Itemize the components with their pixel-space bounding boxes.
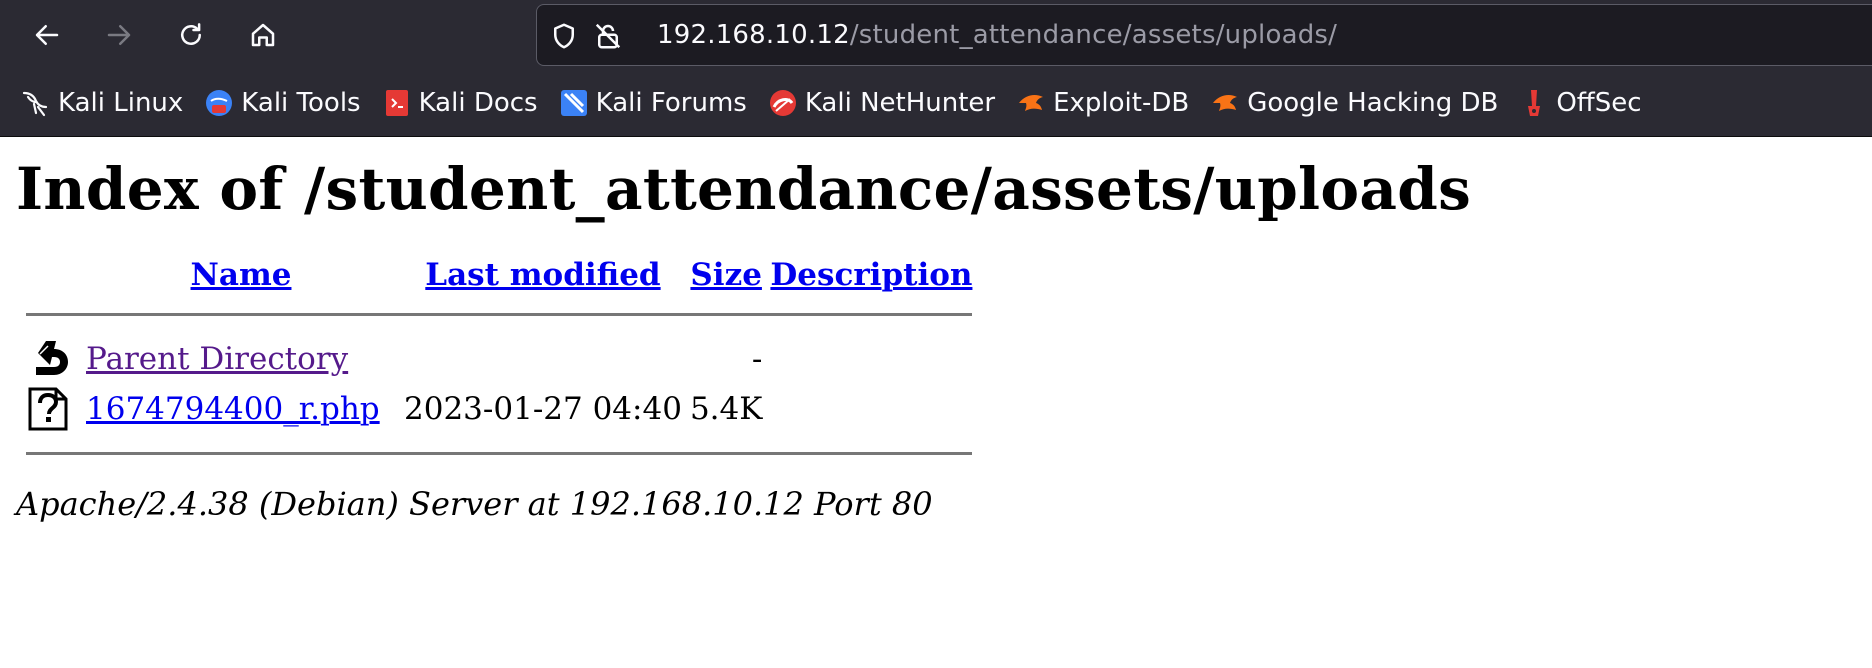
shield-icon[interactable] (549, 21, 579, 51)
bookmark-label: Kali Forums (595, 88, 747, 118)
url-bar[interactable]: 192.168.10.12/student_attendance/assets/… (536, 4, 1872, 66)
home-icon (251, 23, 275, 47)
bookmark-offsec[interactable]: OffSec (1518, 87, 1642, 119)
bookmark-label: Google Hacking DB (1247, 88, 1499, 118)
url-text[interactable]: 192.168.10.12/student_attendance/assets/… (657, 20, 1337, 50)
separator-line (26, 452, 973, 455)
back-folder-icon (36, 341, 68, 375)
bookmark-label: Kali Linux (58, 88, 184, 118)
row-size-cell: - (751, 341, 763, 377)
back-button[interactable] (26, 14, 68, 56)
separator-cell (22, 295, 976, 334)
separator-row (22, 295, 976, 334)
kali-nethunter-icon (769, 90, 796, 116)
table-header-row: Name Last modified Size Description (22, 255, 976, 295)
page-content: Index of /student_attendance/assets/uplo… (0, 155, 1872, 523)
bookmark-label: OffSec (1556, 88, 1642, 118)
bookmark-kali-linux[interactable]: Kali Linux (20, 87, 183, 119)
row-icon-cell (22, 334, 82, 384)
description-column-header: Description (766, 255, 976, 295)
bookmarks-toolbar: Kali Linux Kali Tools Kali Docs Kali For… (0, 70, 1872, 137)
insecure-lock-icon[interactable] (593, 21, 623, 51)
separator-cell (22, 434, 976, 473)
back-arrow-icon (35, 25, 59, 45)
url-host: 192.168.10.12 (657, 20, 850, 50)
bookmark-kali-forums[interactable]: Kali Forums (558, 87, 747, 119)
forward-button[interactable] (98, 14, 140, 56)
row-name-cell: Parent Directory (82, 334, 400, 384)
icon-column-header (22, 255, 82, 295)
sort-by-size-link[interactable]: Size (690, 257, 762, 293)
reload-button[interactable] (170, 14, 212, 56)
forward-arrow-icon (107, 25, 131, 45)
row-last-modified-cell: 2023-01-27 04:40 (404, 391, 682, 427)
row-name-cell: 1674794400_r.php (82, 384, 400, 434)
unknown-file-icon (28, 387, 68, 431)
sort-by-last-modified-link[interactable]: Last modified (425, 257, 660, 293)
reload-icon (181, 23, 201, 45)
sort-by-description-link[interactable]: Description (770, 257, 972, 293)
kali-docs-icon (385, 90, 408, 116)
server-signature: Apache/2.4.38 (Debian) Server at 192.168… (16, 485, 933, 523)
row-icon-cell (22, 384, 82, 434)
sort-by-name-link[interactable]: Name (191, 257, 292, 293)
offsec-icon (1528, 90, 1541, 116)
size-column-header: Size (686, 255, 766, 295)
bookmark-kali-nethunter[interactable]: Kali NetHunter (767, 87, 995, 119)
bookmark-label: Kali Docs (418, 88, 538, 118)
bookmark-label: Kali Tools (241, 88, 361, 118)
bookmark-google-hacking-db[interactable]: Google Hacking DB (1209, 87, 1498, 119)
row-description-cell (766, 384, 976, 434)
parent-directory-link[interactable]: Parent Directory (86, 341, 348, 377)
file-link[interactable]: 1674794400_r.php (86, 391, 380, 427)
bookmark-label: Exploit-DB (1053, 88, 1190, 118)
name-column-header: Name (82, 255, 400, 295)
separator-line (26, 313, 973, 316)
table-row: 1674794400_r.php 2023-01-27 04:40 5.4K (22, 384, 976, 434)
bookmark-label: Kali NetHunter (804, 88, 996, 118)
home-button[interactable] (242, 14, 284, 56)
row-size-cell: 5.4K (689, 391, 763, 427)
row-description-cell (766, 334, 976, 384)
kali-dragon-icon (22, 91, 48, 117)
url-path: /student_attendance/assets/uploads/ (849, 20, 1338, 50)
bookmark-kali-docs[interactable]: Kali Docs (381, 87, 538, 119)
google-hacking-db-icon (1213, 95, 1238, 111)
navigation-toolbar: 192.168.10.12/student_attendance/assets/… (0, 0, 1872, 70)
directory-listing-table: Name Last modified Size Description Pare… (22, 255, 976, 473)
row-last-modified-cell (400, 334, 686, 384)
table-row: Parent Directory - (22, 334, 976, 384)
exploit-db-icon (1019, 95, 1044, 111)
bookmark-kali-tools[interactable]: Kali Tools (203, 87, 361, 119)
bookmark-exploit-db[interactable]: Exploit-DB (1015, 87, 1189, 119)
kali-tools-icon (206, 90, 233, 116)
last-modified-column-header: Last modified (400, 255, 686, 295)
kali-forums-icon (560, 90, 587, 116)
page-title: Index of /student_attendance/assets/uplo… (16, 155, 1472, 223)
separator-row (22, 434, 976, 473)
